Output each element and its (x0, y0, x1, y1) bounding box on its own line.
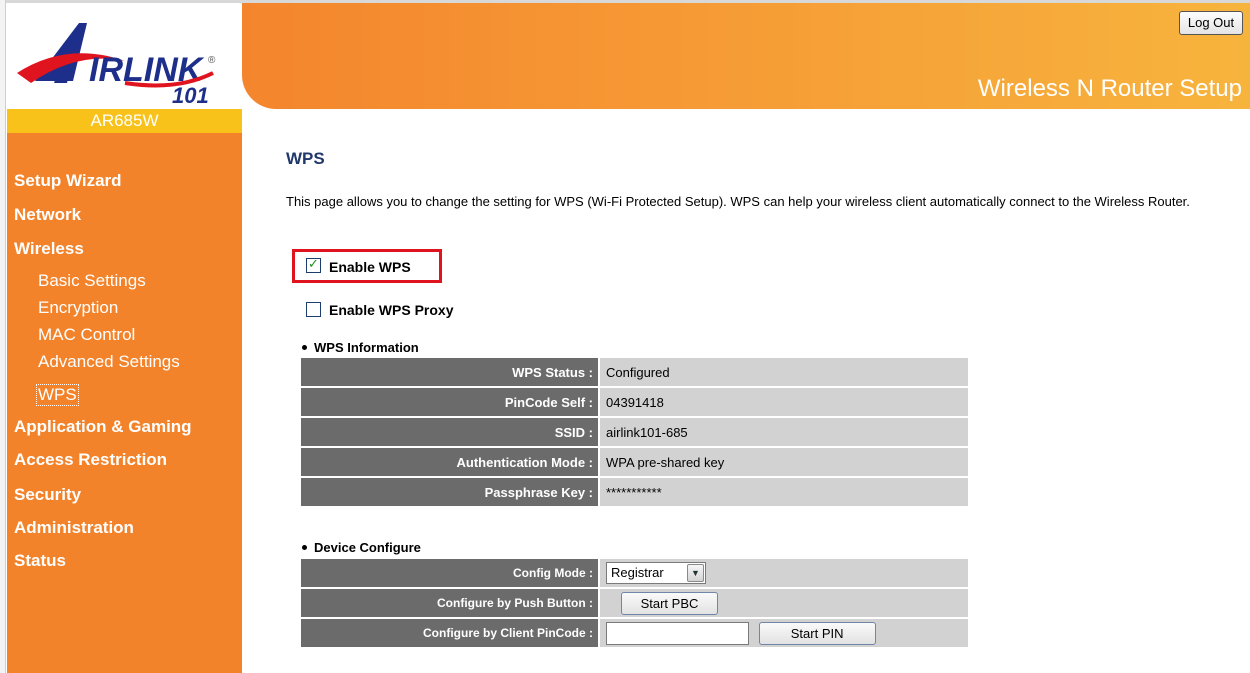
client-pincode-cell: Start PIN (598, 619, 968, 647)
bullet-icon (302, 545, 307, 551)
config-mode-cell: Registrar ▼ (598, 559, 968, 587)
authentication-mode-label: Authentication Mode : (301, 448, 598, 476)
table-row: Configure by Push Button : Start PBC (301, 589, 968, 617)
device-configure-heading: Device Configure (302, 540, 421, 555)
table-row: SSID : airlink101-685 (301, 418, 968, 446)
sidebar-item-access-restriction[interactable]: Access Restriction (14, 450, 167, 470)
start-pbc-button[interactable]: Start PBC (621, 591, 718, 615)
window-edge (0, 0, 6, 673)
header-title: Wireless N Router Setup (977, 75, 1242, 102)
wps-information-heading: WPS Information (302, 340, 419, 355)
enable-wps-checkbox[interactable]: ✓ (306, 256, 321, 273)
authentication-mode-value: WPA pre-shared key (598, 448, 968, 476)
config-mode-label: Config Mode : (301, 559, 598, 587)
pincode-self-value: 04391418 (598, 388, 968, 416)
push-button-cell: Start PBC (598, 589, 968, 617)
table-row: Passphrase Key : *********** (301, 478, 968, 506)
wps-information-title: WPS Information (314, 340, 419, 355)
ssid-value: airlink101-685 (598, 418, 968, 446)
enable-wps-proxy-checkbox[interactable] (306, 302, 321, 317)
sidebar-subitem-encryption[interactable]: Encryption (38, 298, 118, 318)
ssid-label: SSID : (301, 418, 598, 446)
client-pincode-input[interactable] (606, 621, 749, 645)
page-title: WPS (286, 149, 325, 168)
logout-button[interactable]: Log Out (1179, 11, 1243, 35)
passphrase-key-value: *********** (598, 478, 968, 506)
device-configure-title: Device Configure (314, 540, 421, 555)
wps-status-value: Configured (598, 358, 968, 386)
wps-information-table: WPS Status : Configured PinCode Self : 0… (301, 356, 968, 508)
bullet-icon (302, 345, 307, 351)
pincode-self-label: PinCode Self : (301, 388, 598, 416)
sidebar-subitem-basic-settings[interactable]: Basic Settings (38, 271, 146, 291)
push-button-label: Configure by Push Button : (301, 589, 598, 617)
client-pincode-label: Configure by Client PinCode : (301, 619, 598, 647)
table-row: WPS Status : Configured (301, 358, 968, 386)
enable-wps-label: Enable WPS (329, 259, 411, 275)
table-row: Config Mode : Registrar ▼ (301, 559, 968, 587)
start-pin-button[interactable]: Start PIN (758, 621, 876, 645)
sidebar-item-network[interactable]: Network (14, 205, 81, 225)
sidebar-item-status[interactable]: Status (14, 551, 66, 571)
header-banner: Wireless N Router Setup (242, 3, 1250, 109)
model-label: AR685W (7, 109, 242, 133)
sidebar-item-application-gaming[interactable]: Application & Gaming (14, 417, 192, 437)
chevron-down-icon[interactable]: ▼ (687, 564, 704, 582)
sidebar-item-wireless[interactable]: Wireless (14, 239, 84, 259)
checkmark-icon: ✓ (308, 256, 319, 271)
sidebar-item-setup-wizard[interactable]: Setup Wizard (14, 171, 122, 191)
sidebar-subitem-mac-control[interactable]: MAC Control (38, 325, 135, 345)
sidebar-item-security[interactable]: Security (14, 485, 81, 505)
config-mode-selected: Registrar (611, 565, 664, 580)
router-page: IRLINK ® 101 AR685W Setup Wizard Network… (0, 0, 1250, 673)
device-configure-table: Config Mode : Registrar ▼ Configure by P… (301, 557, 968, 649)
config-mode-select[interactable]: Registrar ▼ (606, 562, 706, 584)
sidebar-subitem-advanced-settings[interactable]: Advanced Settings (38, 352, 180, 372)
table-row: Authentication Mode : WPA pre-shared key (301, 448, 968, 476)
enable-wps-proxy-label: Enable WPS Proxy (329, 302, 454, 318)
airlink-logo-icon: IRLINK ® 101 (17, 23, 216, 108)
airlink-logo: IRLINK ® 101 (7, 3, 242, 109)
page-description: This page allows you to change the setti… (286, 194, 1190, 209)
table-row: Configure by Client PinCode : Start PIN (301, 619, 968, 647)
passphrase-key-label: Passphrase Key : (301, 478, 598, 506)
svg-text:101: 101 (172, 83, 209, 108)
sidebar-item-administration[interactable]: Administration (14, 518, 134, 538)
svg-text:®: ® (208, 55, 216, 66)
wps-status-label: WPS Status : (301, 358, 598, 386)
sidebar-subitem-wps[interactable]: WPS (36, 384, 79, 406)
table-row: PinCode Self : 04391418 (301, 388, 968, 416)
